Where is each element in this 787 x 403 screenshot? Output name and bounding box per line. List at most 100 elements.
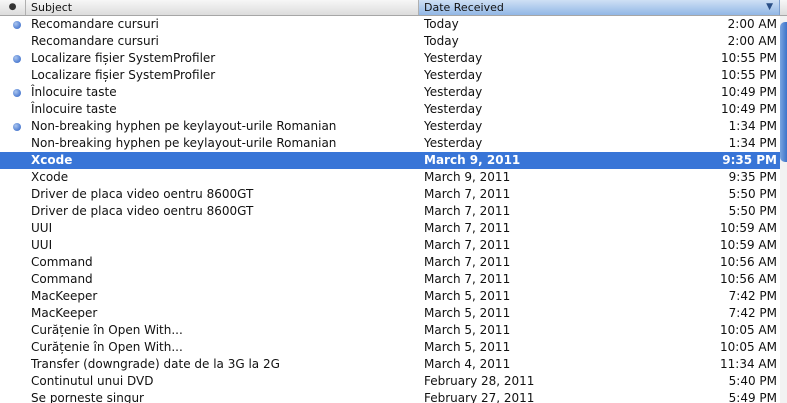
message-date: March 7, 2011: [424, 187, 511, 201]
message-row[interactable]: Curățenie în Open With... March 5, 2011 10…: [0, 339, 780, 356]
message-time: 10:05 AM: [720, 323, 777, 337]
message-row[interactable]: Continutul unui DVD February 28, 2011 5:40…: [0, 373, 780, 390]
message-row[interactable]: MacKeeper March 5, 2011 7:42 PM: [0, 305, 780, 322]
message-date: February 27, 2011: [424, 391, 535, 403]
message-date: March 4, 2011: [424, 357, 511, 371]
message-date: Yesterday: [424, 68, 483, 82]
message-row[interactable]: Non-breaking hyphen pe keylayout-urile R…: [0, 118, 780, 135]
message-subject: Localizare fișier SystemProfiler: [31, 68, 216, 82]
message-subject: UUI: [31, 238, 53, 252]
message-date: Yesterday: [424, 119, 483, 133]
message-subject: Recomandare cursuri: [31, 34, 159, 48]
message-rows: Recomandare cursuri Today 2:00 AM Recomanda…: [0, 16, 780, 403]
message-time: 10:59 AM: [720, 221, 777, 235]
message-date: March 7, 2011: [424, 238, 511, 252]
message-row[interactable]: MacKeeper March 5, 2011 7:42 PM: [0, 288, 780, 305]
message-date: March 7, 2011: [424, 255, 511, 269]
message-subject: Non-breaking hyphen pe keylayout-urile R…: [31, 119, 337, 133]
message-row[interactable]: Command March 7, 2011 10:56 AM: [0, 254, 780, 271]
message-time: 1:34 PM: [728, 136, 777, 150]
message-row[interactable]: Recomandare cursuri Today 2:00 AM: [0, 33, 780, 50]
message-time: 9:35 PM: [728, 170, 777, 184]
message-time: 1:34 PM: [728, 119, 777, 133]
message-subject: Înlocuire taste: [31, 102, 117, 116]
message-subject: Recomandare cursuri: [31, 17, 159, 31]
message-date: Yesterday: [424, 136, 483, 150]
message-row[interactable]: Se porneste singur February 27, 2011 5:49 …: [0, 390, 780, 403]
message-date: Yesterday: [424, 51, 483, 65]
message-row[interactable]: Transfer (downgrade) date de la 3G la 2G…: [0, 356, 780, 373]
message-date: March 7, 2011: [424, 272, 511, 286]
message-time: 10:59 AM: [720, 238, 777, 252]
message-subject: MacKeeper: [31, 306, 98, 320]
message-date: March 5, 2011: [424, 340, 511, 354]
message-subject: Xcode: [31, 153, 73, 167]
message-subject: Xcode: [31, 170, 69, 184]
message-row[interactable]: Driver de placa video oentru 8600GT March…: [0, 203, 780, 220]
message-time: 10:05 AM: [720, 340, 777, 354]
message-subject: Înlocuire taste: [31, 85, 117, 99]
message-subject: Continutul unui DVD: [31, 374, 154, 388]
message-time: 7:42 PM: [728, 289, 777, 303]
message-time: 5:50 PM: [728, 204, 777, 218]
message-time: 10:49 PM: [721, 102, 777, 116]
message-time: 7:42 PM: [728, 306, 777, 320]
message-row[interactable]: Xcode March 9, 2011 9:35 PM: [0, 169, 780, 186]
message-row[interactable]: UUI March 7, 2011 10:59 AM: [0, 237, 780, 254]
message-time: 10:56 AM: [720, 255, 777, 269]
message-row[interactable]: Localizare fișier SystemProfiler Yesterda…: [0, 67, 780, 84]
message-row[interactable]: Non-breaking hyphen pe keylayout-urile R…: [0, 135, 780, 152]
column-header-date-received[interactable]: Date Received ▼: [419, 0, 780, 15]
message-time: 10:49 PM: [721, 85, 777, 99]
column-header-subject[interactable]: Subject: [26, 0, 419, 15]
unread-dot-icon: [13, 123, 21, 131]
message-date: March 9, 2011: [424, 153, 521, 167]
message-date: March 9, 2011: [424, 170, 511, 184]
message-date: Yesterday: [424, 85, 483, 99]
sort-descending-icon: ▼: [766, 2, 773, 12]
message-row[interactable]: Curățenie în Open With... March 5, 2011 10…: [0, 322, 780, 339]
message-row[interactable]: Recomandare cursuri Today 2:00 AM: [0, 16, 780, 33]
message-subject: Driver de placa video oentru 8600GT: [31, 187, 254, 201]
column-header-status[interactable]: ●: [0, 0, 26, 15]
message-date: Today: [424, 17, 459, 31]
message-subject: Transfer (downgrade) date de la 3G la 2G: [31, 357, 280, 371]
message-time: 2:00 AM: [727, 17, 777, 31]
message-time: 2:00 AM: [727, 34, 777, 48]
message-time: 10:56 AM: [720, 272, 777, 286]
message-subject: Se porneste singur: [31, 391, 144, 403]
message-subject: Command: [31, 272, 93, 286]
message-row[interactable]: Înlocuire taste Yesterday 10:49 PM: [0, 84, 780, 101]
message-date: February 28, 2011: [424, 374, 535, 388]
message-time: 10:55 PM: [721, 68, 777, 82]
message-row[interactable]: UUI March 7, 2011 10:59 AM: [0, 220, 780, 237]
message-time: 5:40 PM: [728, 374, 777, 388]
message-row[interactable]: Driver de placa video oentru 8600GT March…: [0, 186, 780, 203]
status-dot-icon: ●: [8, 2, 17, 12]
message-subject: Curățenie în Open With...: [31, 340, 183, 354]
message-date: March 5, 2011: [424, 289, 511, 303]
column-header-bar: ● Subject Date Received ▼: [0, 0, 787, 16]
message-row[interactable]: Înlocuire taste Yesterday 10:49 PM: [0, 101, 780, 118]
message-date: Today: [424, 34, 459, 48]
message-time: 10:55 PM: [721, 51, 777, 65]
message-subject: Command: [31, 255, 93, 269]
message-date: Yesterday: [424, 102, 483, 116]
message-date: March 5, 2011: [424, 323, 511, 337]
message-row-selected[interactable]: Xcode March 9, 2011 9:35 PM: [0, 152, 780, 169]
column-header-date-label: Date Received: [424, 1, 504, 14]
message-time: 11:34 AM: [720, 357, 777, 371]
message-row[interactable]: Localizare fișier SystemProfiler Yesterda…: [0, 50, 780, 67]
message-subject: MacKeeper: [31, 289, 98, 303]
message-time: 5:49 PM: [728, 391, 777, 403]
scrollbar-thumb[interactable]: [780, 22, 787, 162]
message-subject: Non-breaking hyphen pe keylayout-urile R…: [31, 136, 337, 150]
unread-dot-icon: [13, 89, 21, 97]
unread-dot-icon: [13, 21, 21, 29]
message-date: March 7, 2011: [424, 221, 511, 235]
vertical-scrollbar[interactable]: [780, 16, 787, 403]
message-subject: Localizare fișier SystemProfiler: [31, 51, 216, 65]
message-row[interactable]: Command March 7, 2011 10:56 AM: [0, 271, 780, 288]
message-time: 5:50 PM: [728, 187, 777, 201]
message-subject: Curățenie în Open With...: [31, 323, 183, 337]
